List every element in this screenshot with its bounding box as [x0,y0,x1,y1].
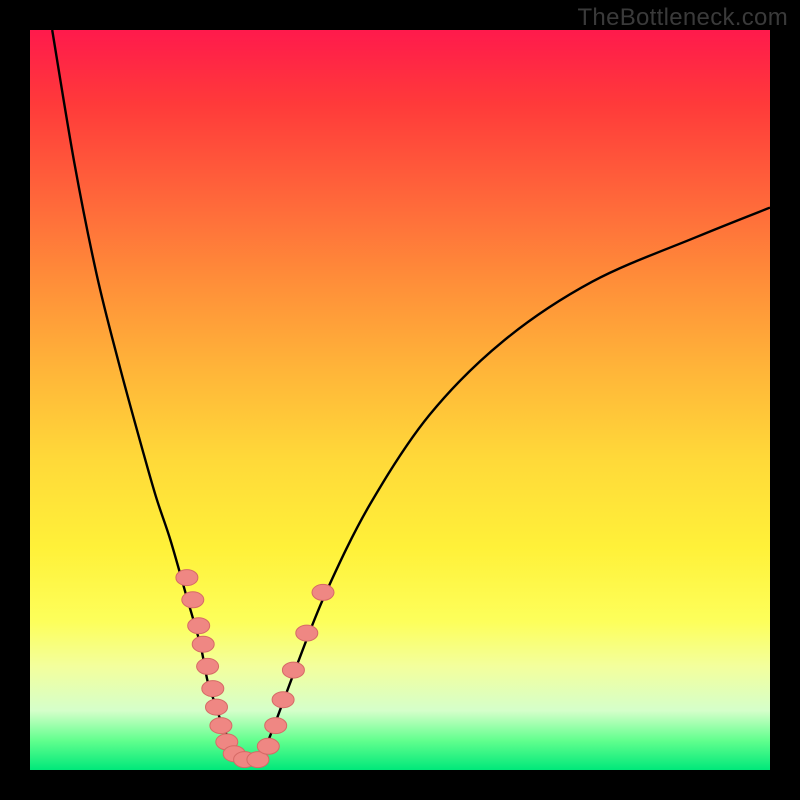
data-marker [223,746,245,762]
curves-svg [30,30,770,770]
data-marker [257,738,279,754]
data-marker [282,662,304,678]
data-marker [206,699,228,715]
data-marker [192,636,214,652]
data-marker [234,752,256,768]
data-marker [272,692,294,708]
curve-right [259,208,770,763]
data-marker [188,618,210,634]
data-marker [296,625,318,641]
curve-left [52,30,244,763]
chart-stage: TheBottleneck.com [0,0,800,800]
data-marker [247,752,269,768]
data-marker [197,658,219,674]
data-marker [312,584,334,600]
data-marker [182,592,204,608]
curve-group [52,30,770,763]
data-marker [176,570,198,586]
data-marker [265,718,287,734]
data-marker [216,734,238,750]
data-marker [210,718,232,734]
marker-group [176,570,334,768]
plot-area [30,30,770,770]
watermark-text: TheBottleneck.com [577,4,788,32]
data-marker [202,681,224,697]
